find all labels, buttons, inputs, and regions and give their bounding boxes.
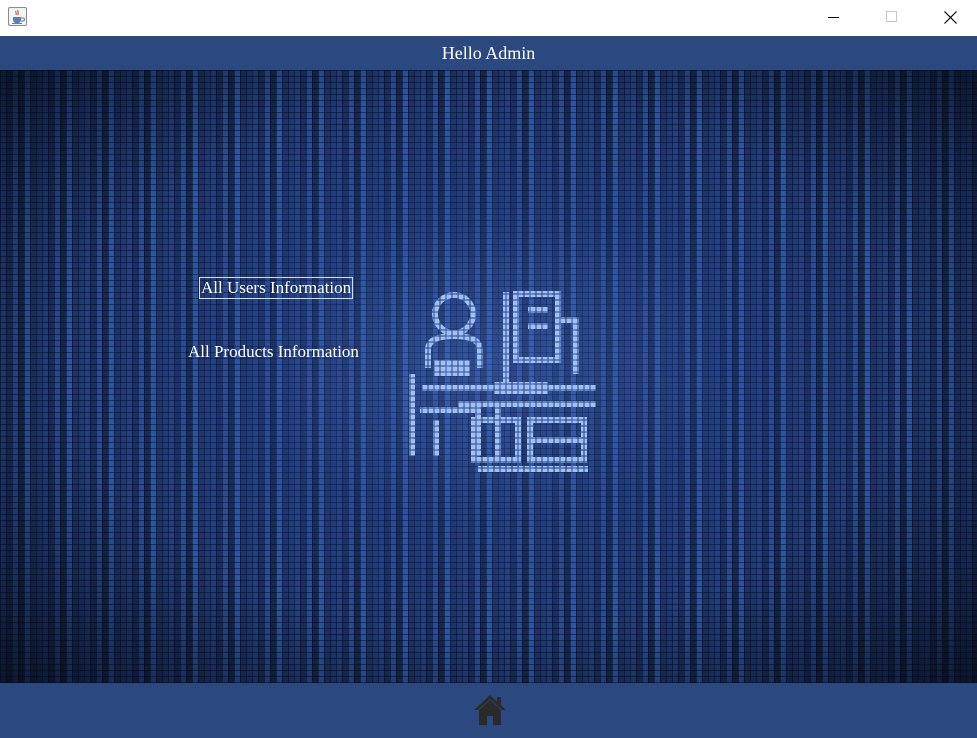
home-icon [474, 695, 506, 725]
main-panel: All Users Information All Products Infor… [0, 70, 977, 683]
close-button[interactable] [921, 0, 977, 34]
header-bar: Hello Admin [0, 36, 977, 70]
close-icon [943, 10, 957, 24]
minimize-icon [828, 17, 839, 18]
minimize-button[interactable] [805, 0, 863, 34]
java-cup-icon[interactable] [8, 7, 27, 26]
footer-bar [0, 683, 977, 738]
title-bar[interactable] [0, 0, 977, 36]
all-products-information-link[interactable]: All Products Information [188, 342, 359, 362]
all-users-information-link[interactable]: All Users Information [199, 277, 354, 299]
page-title: Hello Admin [441, 42, 536, 63]
admin-desk-pixel-icon [409, 291, 596, 472]
app-window: Hello Admin All Users Information All Pr… [0, 0, 977, 738]
maximize-icon [886, 11, 897, 22]
maximize-button[interactable] [863, 0, 921, 34]
home-button[interactable] [473, 693, 507, 727]
